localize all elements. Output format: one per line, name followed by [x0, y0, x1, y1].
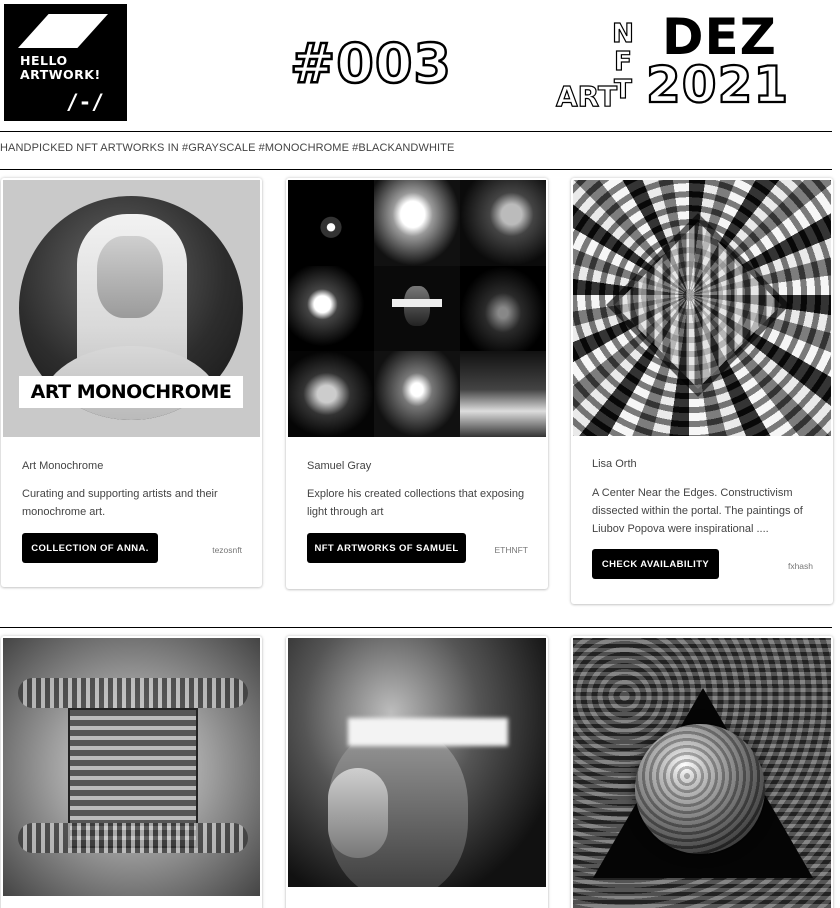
- card-image-sphere-artwork[interactable]: [573, 638, 831, 908]
- tagline-divider: [0, 169, 832, 170]
- blindfold-portrait: [288, 638, 546, 887]
- grid-tile-eye: [288, 180, 374, 266]
- card-author: Samuel Gray: [307, 460, 372, 472]
- card-image-robot-artwork[interactable]: [3, 638, 260, 896]
- logo-slab-shape: [18, 14, 108, 48]
- logo-text-line-1: HELLO: [20, 53, 68, 68]
- card-description: A Center Near the Edges. Constructivism …: [592, 487, 803, 535]
- card-image-blindfold-artwork[interactable]: [288, 638, 546, 887]
- artwork-grid: [288, 180, 546, 437]
- grid-tile-figure: [460, 265, 546, 352]
- year-label: 2021: [645, 55, 790, 115]
- platform-label: ETHNFT: [494, 545, 528, 555]
- platform-label: fxhash: [787, 561, 813, 571]
- logo-mark: /-/: [66, 90, 104, 114]
- card-samuel-gray: Samuel Gray Explore his created collecti…: [286, 178, 548, 589]
- check-availability-button[interactable]: CHECK AVAILABILITY: [592, 549, 719, 579]
- card-image-lisa-orth[interactable]: [573, 180, 831, 436]
- sphere-shape: [635, 724, 765, 854]
- logo-text-line-2: ARTWORK!: [20, 67, 101, 82]
- grid-tile-drips: [374, 351, 460, 437]
- card-blindfold-artwork: [286, 636, 548, 908]
- grid-tile-dove: [374, 180, 460, 266]
- robot-artwork: [3, 638, 260, 896]
- card-author: Art Monochrome: [22, 460, 104, 472]
- hello-artwork-logo[interactable]: HELLO ARTWORK! /-/: [4, 4, 127, 121]
- grid-tile-tree: [288, 265, 374, 352]
- logo-text: HELLO ARTWORK!: [20, 54, 101, 82]
- card-description: Explore his created collections that exp…: [307, 488, 525, 518]
- card-art-monochrome: ART MONOCHROME Art Monochrome Curating a…: [1, 178, 262, 587]
- card-sphere-artwork: [571, 636, 833, 908]
- card-description: Curating and supporting artists and thei…: [22, 488, 218, 518]
- nft-letter-f: F: [614, 47, 633, 77]
- image-overlay-label: ART MONOCHROME: [19, 376, 243, 408]
- card-author: Lisa Orth: [592, 458, 637, 470]
- card-lisa-orth: Lisa Orth A Center Near the Edges. Const…: [571, 178, 833, 604]
- issue-number: #003: [289, 31, 452, 97]
- card-robot-artwork: [1, 636, 262, 908]
- header-divider: [0, 131, 832, 132]
- art-label: ART: [555, 79, 618, 113]
- grid-tile-waves: [460, 351, 546, 437]
- card-image-art-monochrome[interactable]: ART MONOCHROME: [3, 180, 260, 437]
- collection-of-anna-button[interactable]: COLLECTION OF ANNA.: [22, 533, 158, 563]
- nft-letter-n: N: [612, 19, 635, 49]
- nft-artworks-of-samuel-button[interactable]: NFT ARTWORKS OF SAMUEL: [307, 533, 466, 563]
- portrait-face: [97, 236, 163, 318]
- grid-tile-hands: [460, 180, 546, 266]
- tagline: HANDPICKED NFT ARTWORKS IN #GRAYSCALE #M…: [0, 142, 455, 154]
- grid-tile-portrait: [374, 265, 460, 352]
- section-divider: [0, 627, 832, 628]
- grid-tile-landscape: [288, 351, 374, 437]
- platform-label: tezosnft: [212, 545, 242, 555]
- card-image-samuel-gray[interactable]: [288, 180, 546, 437]
